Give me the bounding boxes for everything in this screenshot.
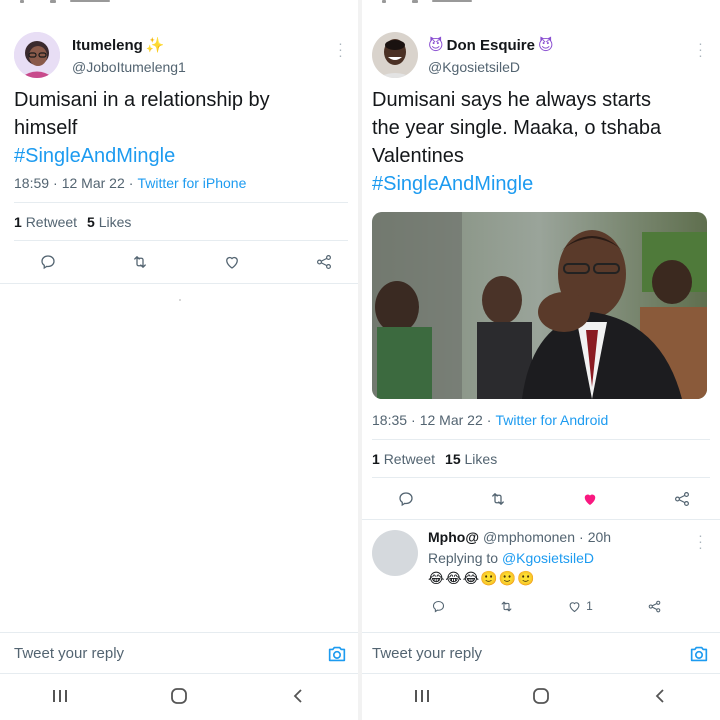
heart-icon-liked[interactable]	[578, 487, 602, 511]
retweet-icon[interactable]	[128, 250, 152, 274]
tweet-source-link[interactable]: Twitter for Android	[495, 412, 608, 428]
camera-icon[interactable]	[688, 643, 710, 665]
camera-icon[interactable]	[326, 643, 348, 665]
avatar[interactable]	[14, 32, 60, 78]
reply-composer[interactable]: Tweet your reply	[0, 632, 358, 674]
more-icon[interactable]: · · ·	[696, 36, 704, 62]
reply-input[interactable]: Tweet your reply	[14, 645, 124, 662]
retweet-count[interactable]: 1 Retweet	[372, 451, 435, 467]
share-icon[interactable]	[670, 487, 694, 511]
reply-actions: 1	[426, 594, 666, 618]
like-count[interactable]: 15 Likes	[445, 451, 497, 467]
loading-dot	[179, 299, 181, 301]
heart-icon[interactable]	[220, 250, 244, 274]
back-icon[interactable]	[283, 681, 313, 711]
cut-off-text	[20, 0, 110, 5]
tweet-source-link[interactable]: Twitter for iPhone	[137, 175, 246, 191]
divider	[372, 439, 710, 440]
reply-composer[interactable]: Tweet your reply	[362, 632, 720, 674]
cut-off-text	[382, 0, 472, 5]
tweet-text: Dumisani in a relationship by himself #S…	[14, 89, 270, 167]
tweet-meta: 18:59 · 12 Mar 22 · Twitter for iPhone	[14, 175, 247, 191]
divider	[372, 477, 710, 478]
more-icon[interactable]: · · ·	[336, 36, 344, 62]
divider	[362, 519, 720, 520]
mention-link[interactable]: @KgosietsileD	[502, 550, 594, 566]
tweet-stats: 1 Retweet 5 Likes	[14, 214, 131, 230]
heart-icon[interactable]: 1	[562, 594, 598, 618]
replying-to: Replying to @KgosietsileD	[428, 550, 594, 566]
tweet-meta: 18:35 · 12 Mar 22 · Twitter for Android	[372, 412, 609, 428]
recents-icon[interactable]	[407, 681, 437, 711]
share-icon[interactable]	[312, 250, 336, 274]
divider	[14, 240, 348, 241]
reply-icon[interactable]	[36, 250, 60, 274]
left-tweet-panel: Itumeleng ✨ @JoboItumeleng1 · · · Dumisani…	[0, 0, 358, 720]
system-navbar	[0, 672, 358, 720]
hashtag-link[interactable]: #SingleAndMingle	[14, 145, 175, 167]
retweet-count[interactable]: 1 Retweet	[14, 214, 77, 230]
recents-icon[interactable]	[45, 681, 75, 711]
share-icon[interactable]	[642, 594, 666, 618]
reply-icon[interactable]	[426, 594, 450, 618]
sparkles-emoji: ✨	[145, 37, 165, 54]
avatar[interactable]	[372, 32, 418, 78]
like-count[interactable]: 5 Likes	[87, 214, 131, 230]
home-icon[interactable]	[526, 681, 556, 711]
divider	[0, 283, 358, 284]
system-navbar	[362, 672, 720, 720]
tweet-text: Dumisani says he always starts the year …	[372, 89, 662, 195]
reply-icon[interactable]	[394, 487, 418, 511]
divider	[14, 202, 348, 203]
hashtag-link[interactable]: #SingleAndMingle	[372, 173, 533, 195]
retweet-icon[interactable]	[486, 487, 510, 511]
user-handle[interactable]: @JoboItumeleng1	[72, 59, 186, 75]
reply-like-count: 1	[586, 599, 593, 613]
tweet-actions	[394, 487, 694, 511]
display-name[interactable]: 😈 Don Esquire 😈	[428, 36, 554, 55]
reply-input[interactable]: Tweet your reply	[372, 645, 482, 662]
more-icon[interactable]: · · ·	[696, 528, 704, 554]
right-tweet-panel: 😈 Don Esquire 😈 @KgosietsileD · · · Dumisa…	[362, 0, 720, 720]
back-icon[interactable]	[645, 681, 675, 711]
devil-emoji: 😈	[428, 37, 444, 54]
reply-text: 😂😂😂🙂🙂🙂	[428, 570, 536, 586]
home-icon[interactable]	[164, 681, 194, 711]
devil-emoji: 😈	[538, 37, 554, 54]
user-handle[interactable]: @KgosietsileD	[428, 59, 520, 75]
display-name[interactable]: Itumeleng ✨	[72, 36, 165, 55]
tweet-photo[interactable]	[372, 212, 707, 399]
reply-author[interactable]: Mpho@ @mphomonen · 20h	[428, 529, 611, 545]
tweet-actions	[36, 250, 336, 274]
retweet-icon[interactable]	[494, 594, 518, 618]
tweet-stats: 1 Retweet 15 Likes	[372, 451, 497, 467]
reply-avatar[interactable]	[372, 530, 418, 576]
